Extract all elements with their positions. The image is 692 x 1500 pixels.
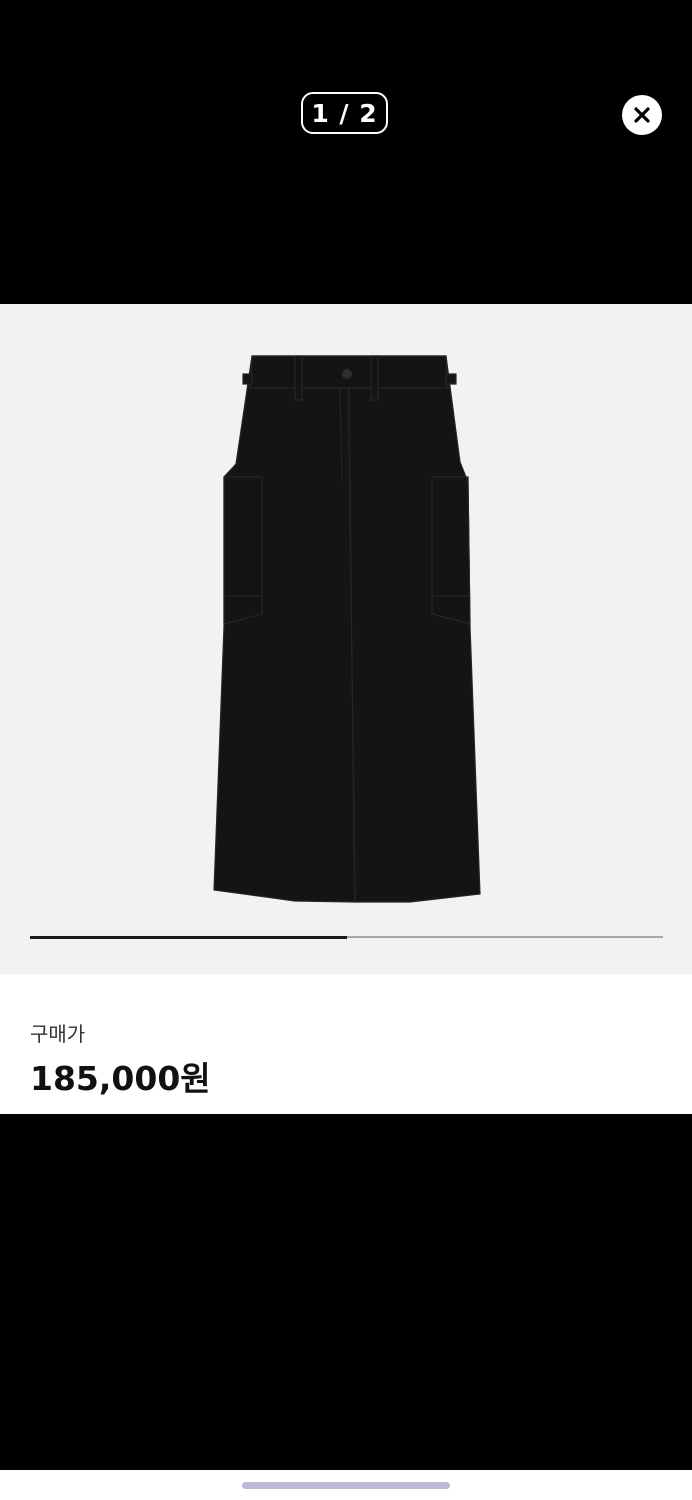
close-icon bbox=[634, 107, 650, 123]
price-label: 구매가 bbox=[30, 1022, 86, 1046]
price-panel: 구매가 185,000원 bbox=[0, 974, 692, 1114]
product-image-viewer[interactable] bbox=[0, 304, 692, 974]
image-progress-track bbox=[30, 935, 663, 939]
close-button[interactable] bbox=[622, 95, 662, 135]
product-image bbox=[213, 355, 481, 903]
image-progress-fill bbox=[30, 935, 347, 939]
home-indicator[interactable] bbox=[242, 1482, 450, 1489]
price-value: 185,000원 bbox=[30, 1059, 211, 1098]
page-counter: 1 / 2 bbox=[301, 92, 388, 134]
home-bar bbox=[0, 1470, 692, 1500]
